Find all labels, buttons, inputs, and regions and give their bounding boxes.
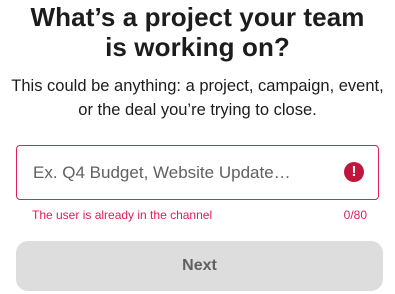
next-button[interactable]: Next (16, 241, 383, 291)
page-description-line-2: or the deal you’re trying to close. (78, 101, 317, 119)
page-title-line-2: is working on? (105, 32, 290, 62)
page-title: What’s a project your team is working on… (0, 2, 395, 62)
project-name-input[interactable] (17, 146, 337, 199)
page-description: This could be anything: a project, campa… (0, 74, 395, 122)
create-project-page: What’s a project your team is working on… (0, 0, 395, 294)
exclamation-circle-icon: ! (344, 162, 364, 182)
page-title-line-1: What’s a project your team (30, 2, 365, 32)
character-count: 0/80 (343, 208, 367, 222)
page-description-line-1: This could be anything: a project, campa… (11, 77, 384, 95)
error-message: The user is already in the channel (32, 208, 213, 222)
validation-row: The user is already in the channel 0/80 (32, 207, 367, 223)
project-name-field: ! (16, 145, 379, 200)
